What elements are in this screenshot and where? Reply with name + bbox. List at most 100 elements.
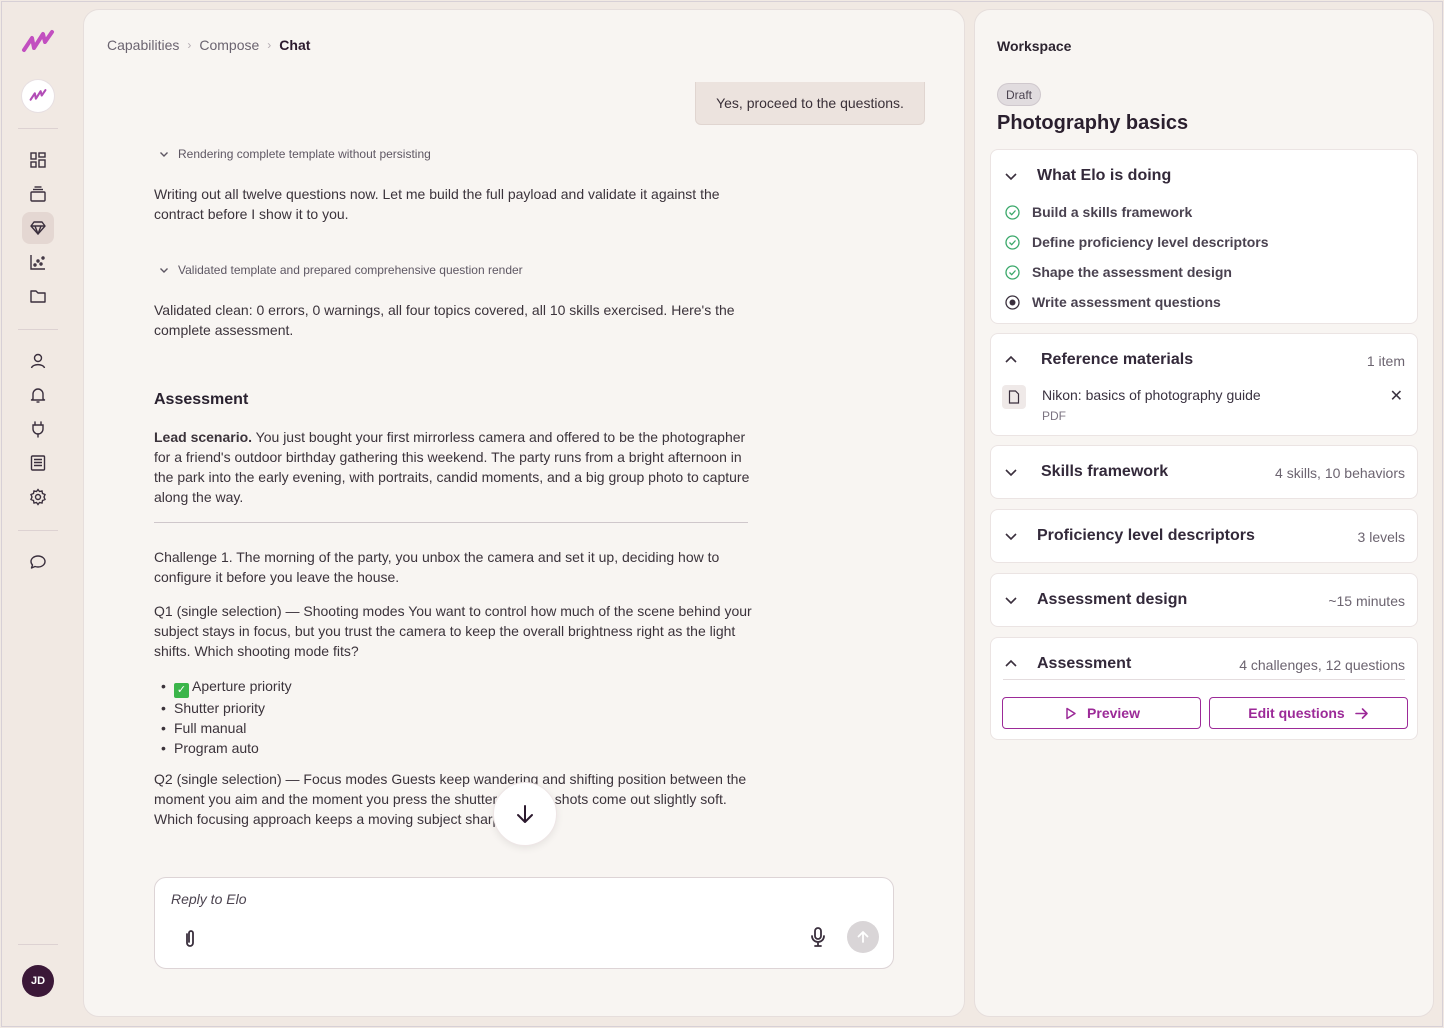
dashboard-icon (30, 152, 46, 168)
section-divider (154, 522, 748, 523)
card-title: Proficiency level descriptors (1037, 527, 1255, 544)
nav-reports[interactable] (22, 447, 54, 479)
task-item: Build a skills framework (1005, 204, 1192, 220)
task-item: Shape the assessment design (1005, 264, 1232, 280)
breadcrumb: Capabilities › Compose › Chat (107, 37, 310, 53)
proficiency-card-header[interactable]: Proficiency level descriptors 3 levels (991, 510, 1417, 562)
rail-divider (18, 944, 58, 945)
in-progress-icon (1005, 294, 1020, 310)
card-meta: 4 skills, 10 behaviors (1275, 465, 1405, 481)
edit-questions-button[interactable]: Edit questions (1209, 697, 1408, 729)
chat-panel: Capabilities › Compose › Chat Yes, proce… (83, 9, 965, 1017)
task-label: Shape the assessment design (1032, 264, 1232, 280)
task-item: Define proficiency level descriptors (1005, 234, 1269, 250)
assessment-heading: Assessment (154, 391, 249, 408)
reference-file-name[interactable]: Nikon: basics of photography guide (1042, 387, 1261, 403)
reference-card-header[interactable]: Reference materials 1 item (991, 334, 1417, 386)
nav-files[interactable] (22, 280, 54, 312)
nav-capabilities[interactable] (22, 212, 54, 244)
arrow-right-icon (1354, 707, 1368, 719)
chat-icon (30, 555, 46, 569)
card-title: Reference materials (1041, 351, 1194, 368)
user-avatar[interactable]: JD (22, 965, 54, 997)
rail-divider (18, 329, 58, 330)
bell-icon (30, 388, 46, 403)
plug-icon (32, 421, 44, 438)
gem-icon (30, 221, 46, 235)
composer[interactable]: Reply to Elo (154, 877, 894, 969)
nav-analytics[interactable] (22, 246, 54, 278)
preview-button[interactable]: Preview (1002, 697, 1201, 729)
microphone-icon[interactable] (807, 926, 829, 948)
workspace-panel: Workspace Draft Photography basics What … (974, 9, 1434, 1017)
option-label: Aperture priority (192, 678, 292, 694)
app-logo[interactable] (21, 28, 55, 58)
paperclip-icon[interactable] (179, 928, 201, 950)
page-title: Photography basics (997, 112, 1189, 134)
close-icon[interactable]: ✕ (1390, 386, 1403, 406)
send-button[interactable] (847, 921, 879, 953)
arrow-down-icon (517, 805, 533, 823)
breadcrumb-compose[interactable]: Compose (199, 37, 259, 53)
proficiency-card: Proficiency level descriptors 3 levels (990, 509, 1418, 563)
card-title: What Elo is doing (1037, 167, 1172, 184)
challenge-text: Challenge 1. The morning of the party, y… (154, 549, 720, 585)
list-icon (30, 455, 46, 471)
stack-icon (30, 186, 46, 202)
message-paragraph: Validated clean: 0 errors, 0 warnings, a… (154, 302, 735, 338)
breadcrumb-chat: Chat (279, 37, 311, 53)
chevron-up-icon (1005, 659, 1017, 667)
design-card: Assessment design ~15 minutes (990, 573, 1418, 627)
nav-integrations[interactable] (22, 413, 54, 445)
task-label: Write assessment questions (1032, 294, 1221, 310)
workspace-title: Workspace (997, 38, 1072, 54)
chevron-right-icon: › (267, 38, 272, 52)
thought-label: Validated template and prepared comprehe… (178, 263, 523, 277)
chevron-right-icon: › (187, 38, 192, 52)
activity-card: What Elo is doing Build a skills framewo… (990, 149, 1418, 324)
card-title: Assessment (1037, 655, 1132, 672)
card-meta: 3 levels (1357, 529, 1405, 545)
check-circle-icon (1005, 204, 1020, 220)
reply-input[interactable]: Reply to Elo (171, 891, 246, 907)
skills-card-header[interactable]: Skills framework 4 skills, 10 behaviors (991, 446, 1417, 498)
assessment-card-header[interactable]: Assessment 4 challenges, 12 questions (991, 638, 1417, 690)
breadcrumb-capabilities[interactable]: Capabilities (107, 37, 179, 53)
play-icon (1066, 707, 1076, 719)
answer-option: Full manual (154, 718, 292, 738)
user-message: Yes, proceed to the questions. (695, 82, 925, 125)
task-label: Define proficiency level descriptors (1032, 234, 1269, 250)
check-mark-icon: ✓ (174, 683, 189, 698)
question-text: Q2 (single selection) — Focus modes Gues… (154, 771, 747, 827)
nav-settings[interactable] (22, 481, 54, 513)
thought-toggle[interactable]: Validated template and prepared comprehe… (154, 263, 523, 277)
activity-card-header[interactable]: What Elo is doing (991, 150, 1417, 202)
answer-options: ✓Aperture priority Shutter priority Full… (154, 676, 292, 758)
nav-library[interactable] (22, 178, 54, 210)
thought-toggle[interactable]: Rendering complete template without pers… (154, 147, 431, 161)
document-icon (1002, 385, 1026, 409)
scroll-to-bottom-button[interactable] (493, 782, 557, 846)
gear-icon (30, 488, 46, 506)
chevron-down-icon (1005, 469, 1017, 477)
nav-dashboard[interactable] (22, 144, 54, 176)
nav-chat[interactable] (22, 546, 54, 578)
lead-scenario: Lead scenario. You just bought your firs… (154, 427, 754, 507)
card-divider (1003, 679, 1405, 680)
nav-people[interactable] (22, 345, 54, 377)
design-card-header[interactable]: Assessment design ~15 minutes (991, 574, 1417, 626)
preview-label: Preview (1087, 705, 1140, 721)
status-badge: Draft (997, 83, 1042, 106)
lead-scenario-label: Lead scenario. (154, 429, 253, 445)
question-text: Q1 (single selection) — Shooting modes Y… (154, 603, 752, 659)
folder-icon (30, 290, 46, 303)
answer-option: ✓Aperture priority (154, 676, 292, 698)
arrow-up-icon (857, 931, 869, 943)
answer-option: Shutter priority (154, 698, 292, 718)
reference-card: Reference materials 1 item Nikon: basics… (990, 333, 1418, 436)
workspace-avatar[interactable] (22, 80, 54, 112)
nav-notifications[interactable] (22, 379, 54, 411)
chart-icon (30, 255, 45, 270)
card-title: Skills framework (1041, 463, 1169, 480)
card-meta: 1 item (1366, 353, 1405, 369)
